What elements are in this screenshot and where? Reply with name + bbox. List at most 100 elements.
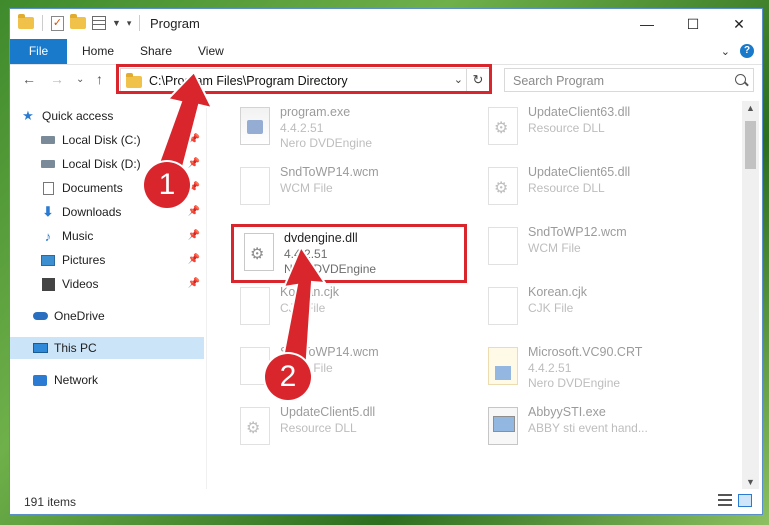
sidebar-item-network[interactable]: Network	[32, 369, 204, 391]
file-detail: 4.4.2.51	[280, 121, 324, 135]
sidebar-item-label: Quick access	[42, 109, 114, 123]
pin-icon[interactable]: 📌	[188, 230, 200, 241]
properties-icon[interactable]	[92, 16, 106, 30]
file-name: Korean.cjk	[280, 285, 340, 299]
ribbon: File Home Share View ⌄ ?	[10, 39, 762, 65]
blank-file-icon	[488, 227, 518, 265]
sidebar-item-music[interactable]: ♪ Music 📌	[40, 225, 204, 247]
music-icon: ♪	[44, 228, 52, 244]
properties-check-icon[interactable]: ✓	[51, 15, 64, 31]
blank-file-icon	[488, 287, 518, 325]
search-icon	[735, 74, 746, 85]
vertical-scrollbar[interactable]: ▲ ▼	[742, 101, 759, 489]
details-view-icon[interactable]	[718, 494, 732, 506]
blank-file-icon	[240, 167, 270, 205]
blank-file-icon	[240, 287, 270, 325]
file-name: UpdateClient65.dll	[528, 165, 631, 179]
star-icon: ★	[22, 108, 34, 123]
file-item[interactable]: Korean.cjk CJK File	[478, 281, 718, 333]
file-detail: ABBY sti event hand...	[528, 421, 648, 435]
back-arrow-icon[interactable]: ←	[22, 71, 36, 87]
file-item[interactable]: SndToWP12.wcm WCM File	[478, 221, 718, 273]
customize-toolbar-icon[interactable]: ▾	[127, 18, 132, 29]
dll-file-icon	[488, 167, 518, 205]
step-1-badge: 1	[144, 162, 190, 208]
file-name: program.exe	[280, 105, 351, 119]
file-name: AbbyySTI.exe	[528, 405, 606, 419]
close-button[interactable]: ✕	[716, 9, 762, 39]
file-item[interactable]: Korean.cjk CJK File	[230, 281, 470, 333]
chevron-down-icon[interactable]: ▼	[112, 18, 121, 28]
forward-arrow-icon[interactable]: →	[50, 71, 64, 87]
file-name: Microsoft.VC90.CRT	[528, 345, 643, 359]
package-file-icon	[488, 347, 518, 385]
dll-file-icon	[240, 407, 270, 445]
file-detail: WCM File	[528, 241, 581, 255]
pin-icon[interactable]: 📌	[188, 254, 200, 265]
application-file-icon	[488, 407, 518, 445]
toolbar-divider	[42, 15, 43, 31]
sidebar-item-label: Documents	[62, 181, 123, 195]
file-item[interactable]: SndToWP14.wcm WCM File	[230, 161, 470, 213]
sidebar-item-label: Local Disk (D:)	[62, 157, 141, 171]
scroll-up-icon[interactable]: ▲	[746, 103, 755, 113]
navigation-pane: ★ Quick access Local Disk (C:) 📌 Local D…	[10, 101, 206, 489]
recent-locations-icon[interactable]: ⌄	[76, 74, 84, 85]
sidebar-item-this-pc[interactable]: This PC	[10, 337, 204, 359]
file-item[interactable]: UpdateClient5.dll Resource DLL	[230, 401, 470, 453]
maximize-button[interactable]: ☐	[670, 9, 716, 39]
up-arrow-icon[interactable]: ↑	[96, 71, 103, 87]
file-item[interactable]: UpdateClient63.dll Resource DLL	[478, 101, 718, 153]
tab-home[interactable]: Home	[82, 39, 114, 64]
sidebar-item-videos[interactable]: Videos 📌	[40, 273, 204, 295]
expand-ribbon-icon[interactable]: ⌄	[721, 45, 730, 58]
window-controls: — ☐ ✕	[624, 9, 762, 39]
file-detail: Nero DVDEngine	[528, 376, 621, 390]
search-input[interactable]: Search Program	[504, 68, 754, 92]
sidebar-item-label: Network	[54, 373, 99, 387]
sidebar-item-local-disk-c[interactable]: Local Disk (C:) 📌	[40, 129, 204, 151]
videos-icon	[40, 277, 56, 291]
navigation-bar: ← → ⌄ ↑ C:\Program Files\Program Directo…	[10, 64, 762, 95]
minimize-button[interactable]: —	[624, 9, 670, 39]
tab-file[interactable]: File	[10, 39, 67, 64]
tab-view[interactable]: View	[198, 39, 224, 64]
file-name: UpdateClient5.dll	[280, 405, 376, 419]
disk-icon	[40, 133, 56, 147]
scroll-thumb[interactable]	[745, 121, 756, 169]
window-title: Program	[150, 16, 200, 31]
file-item[interactable]: UpdateClient65.dll Resource DLL	[478, 161, 718, 213]
tab-share[interactable]: Share	[140, 39, 172, 64]
file-detail: CJK File	[280, 301, 326, 315]
tiles-view-icon[interactable]	[738, 494, 752, 507]
onedrive-icon	[32, 309, 48, 323]
file-item[interactable]: AbbyySTI.exe ABBY sti event hand...	[478, 401, 718, 453]
dll-file-icon	[488, 107, 518, 145]
file-item[interactable]: Microsoft.VC90.CRT 4.4.2.51 Nero DVDEngi…	[478, 341, 718, 393]
documents-icon	[40, 181, 56, 195]
help-icon[interactable]: ?	[740, 44, 754, 58]
network-icon	[32, 373, 48, 387]
sidebar-item-quick-access[interactable]: ★ Quick access	[20, 105, 204, 127]
pin-icon[interactable]: 📌	[188, 158, 200, 169]
toolbar-divider	[139, 15, 141, 31]
status-bar: 191 items	[10, 489, 762, 514]
file-detail: Resource DLL	[528, 181, 605, 195]
pin-icon[interactable]: 📌	[188, 134, 200, 145]
file-name: Korean.cjk	[528, 285, 588, 299]
search-placeholder: Search Program	[513, 74, 605, 88]
pin-icon[interactable]: 📌	[188, 206, 200, 217]
pin-icon[interactable]: 📌	[188, 278, 200, 289]
new-folder-icon[interactable]	[70, 14, 86, 29]
file-item[interactable]: program.exe 4.4.2.51 Nero DVDEngine	[230, 101, 470, 153]
pictures-icon	[40, 253, 56, 267]
file-name: UpdateClient63.dll	[528, 105, 631, 119]
pane-divider	[206, 101, 207, 489]
sidebar-item-label: This PC	[54, 341, 97, 355]
scroll-down-icon[interactable]: ▼	[746, 477, 755, 487]
sidebar-item-pictures[interactable]: Pictures 📌	[40, 249, 204, 271]
address-highlight-box	[116, 64, 492, 94]
file-detail: Resource DLL	[280, 421, 357, 435]
sidebar-item-onedrive[interactable]: OneDrive	[32, 305, 204, 327]
file-detail: Nero DVDEngine	[280, 136, 373, 150]
